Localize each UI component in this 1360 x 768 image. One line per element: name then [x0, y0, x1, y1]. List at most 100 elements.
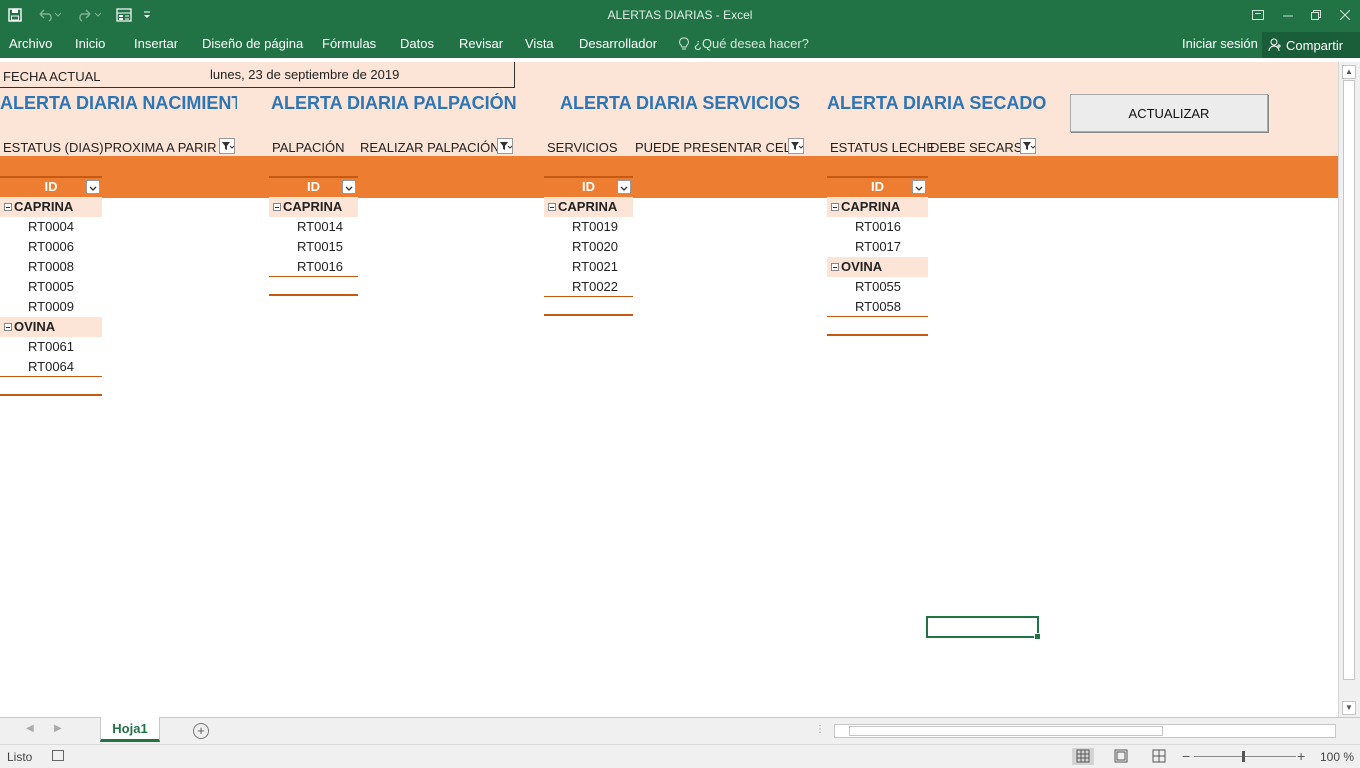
chevron-down-icon[interactable]: [617, 180, 631, 194]
user-icon: [1268, 38, 1281, 52]
add-sheet-icon[interactable]: +: [193, 723, 209, 739]
collapse-icon[interactable]: [4, 323, 12, 331]
filter-celo-icon[interactable]: [788, 138, 804, 154]
list-item[interactable]: RT0061: [0, 337, 102, 357]
page-layout-icon[interactable]: [1110, 748, 1132, 765]
id-header-label: ID: [307, 179, 320, 194]
tab-datos[interactable]: Datos: [400, 36, 434, 56]
sign-in-link[interactable]: Iniciar sesión: [1182, 36, 1258, 51]
group-label: CAPRINA: [558, 199, 618, 214]
grand-total-row: [827, 317, 928, 336]
tab-scroll-left-icon[interactable]: ◀: [26, 723, 34, 734]
filter-palpacion-icon[interactable]: [497, 138, 513, 154]
zoom-out-icon[interactable]: −: [1182, 748, 1190, 764]
list-item[interactable]: RT0005: [0, 277, 102, 297]
split-handle-icon[interactable]: ⋮: [815, 724, 825, 735]
tab-desarrollador[interactable]: Desarrollador: [579, 36, 657, 56]
ribbon-display-icon[interactable]: [1246, 4, 1270, 26]
scroll-thumb[interactable]: [1343, 80, 1355, 680]
list-item[interactable]: RT0015: [269, 237, 358, 257]
alert-title-palpacion: ALERTA DIARIA PALPACIÓN: [271, 93, 517, 113]
grand-total-row: [269, 277, 358, 296]
collapse-icon[interactable]: [4, 203, 12, 211]
share-button[interactable]: Compartir: [1262, 32, 1360, 58]
list-item[interactable]: RT0016: [827, 217, 928, 237]
group-caprina[interactable]: CAPRINA: [827, 197, 928, 217]
list-item[interactable]: RT0055: [827, 277, 928, 297]
list-item[interactable]: RT0009: [0, 297, 102, 317]
restore-icon[interactable]: [1304, 4, 1328, 26]
lightbulb-icon: [679, 37, 689, 49]
tab-archivo[interactable]: Archivo: [9, 36, 52, 56]
pivot-nacimientos: ID CAPRINA RT0004 RT0006 RT0008 RT0005 R…: [0, 176, 102, 396]
h-scroll-thumb[interactable]: [849, 726, 1163, 736]
zoom-in-icon[interactable]: +: [1297, 748, 1305, 764]
header-palpacion: PALPACIÓN: [272, 140, 345, 155]
list-item[interactable]: RT0020: [544, 237, 633, 257]
title-bar: ALERTAS DIARIAS - Excel: [0, 0, 1360, 32]
tab-revisar[interactable]: Revisar: [459, 36, 503, 56]
close-icon[interactable]: [1333, 4, 1357, 26]
sheet-tab-hoja1[interactable]: Hoja1: [100, 717, 160, 742]
actualizar-button[interactable]: ACTUALIZAR: [1070, 94, 1268, 132]
list-item[interactable]: RT0008: [0, 257, 102, 277]
filter-proxima-icon[interactable]: [219, 138, 235, 154]
scroll-up-icon[interactable]: ▲: [1342, 65, 1356, 79]
normal-view-icon[interactable]: [1072, 748, 1094, 765]
collapse-icon[interactable]: [831, 263, 839, 271]
group-caprina[interactable]: CAPRINA: [269, 197, 358, 217]
collapse-icon[interactable]: [831, 203, 839, 211]
list-item[interactable]: RT0022: [544, 277, 633, 297]
list-item[interactable]: RT0014: [269, 217, 358, 237]
list-item[interactable]: RT0004: [0, 217, 102, 237]
id-header-label: ID: [44, 179, 58, 194]
worksheet-grid[interactable]: FECHA ACTUAL lunes, 23 de septiembre de …: [0, 62, 1338, 717]
collapse-icon[interactable]: [548, 203, 556, 211]
zoom-level[interactable]: 100 %: [1320, 750, 1354, 764]
selected-cell[interactable]: [926, 616, 1041, 640]
tab-formulas[interactable]: Fórmulas: [322, 36, 376, 56]
list-item[interactable]: RT0058: [827, 297, 928, 317]
header-debe-secarse: DEBE SECARSE: [930, 140, 1032, 155]
group-caprina[interactable]: CAPRINA: [0, 197, 102, 217]
list-item[interactable]: RT0017: [827, 237, 928, 257]
tell-me-box[interactable]: ¿Qué desea hacer?: [678, 36, 809, 51]
group-label: CAPRINA: [283, 199, 343, 214]
list-item[interactable]: RT0021: [544, 257, 633, 277]
minimize-icon[interactable]: [1276, 4, 1300, 26]
zoom-slider[interactable]: [1194, 756, 1296, 757]
collapse-icon[interactable]: [273, 203, 281, 211]
list-item[interactable]: RT0064: [0, 357, 102, 377]
group-caprina[interactable]: CAPRINA: [544, 197, 633, 217]
list-item[interactable]: RT0006: [0, 237, 102, 257]
chevron-down-icon[interactable]: [912, 180, 926, 194]
filter-secarse-icon[interactable]: [1020, 138, 1036, 154]
grand-total-row: [0, 377, 102, 396]
vertical-scrollbar[interactable]: ▲ ▼: [1338, 62, 1360, 717]
chevron-down-icon[interactable]: [342, 180, 356, 194]
page-break-icon[interactable]: [1148, 748, 1170, 765]
tab-diseno-pagina[interactable]: Diseño de página: [202, 36, 303, 56]
zoom-slider-thumb[interactable]: [1242, 751, 1245, 762]
list-item[interactable]: RT0019: [544, 217, 633, 237]
scroll-down-icon[interactable]: ▼: [1342, 701, 1356, 715]
group-label: CAPRINA: [841, 199, 901, 214]
group-ovina[interactable]: OVINA: [0, 317, 102, 337]
group-ovina[interactable]: OVINA: [827, 257, 928, 277]
alert-title-servicios: ALERTA DIARIA SERVICIOS: [560, 93, 801, 113]
list-item[interactable]: RT0016: [269, 257, 358, 277]
share-label: Compartir: [1286, 37, 1344, 53]
window-title: ALERTAS DIARIAS - Excel: [607, 8, 753, 22]
tab-vista[interactable]: Vista: [525, 36, 554, 56]
tab-scroll-right-icon[interactable]: ▶: [54, 723, 62, 734]
header-estatus-dias: ESTATUS (DIAS): [3, 140, 104, 155]
chevron-down-icon[interactable]: [86, 180, 100, 194]
horizontal-scrollbar[interactable]: [834, 724, 1336, 738]
macro-record-icon[interactable]: [52, 750, 64, 761]
header-estatus-leche: ESTATUS LECHE: [830, 140, 935, 155]
tab-insertar[interactable]: Insertar: [134, 36, 178, 56]
pivot-id-header: ID: [827, 176, 928, 197]
fecha-actual-cell[interactable]: FECHA ACTUAL lunes, 23 de septiembre de …: [0, 62, 515, 88]
sheet-tabs-bar: ◀ ▶ Hoja1 + ⋮: [0, 717, 1360, 744]
tab-inicio[interactable]: Inicio: [75, 36, 105, 56]
